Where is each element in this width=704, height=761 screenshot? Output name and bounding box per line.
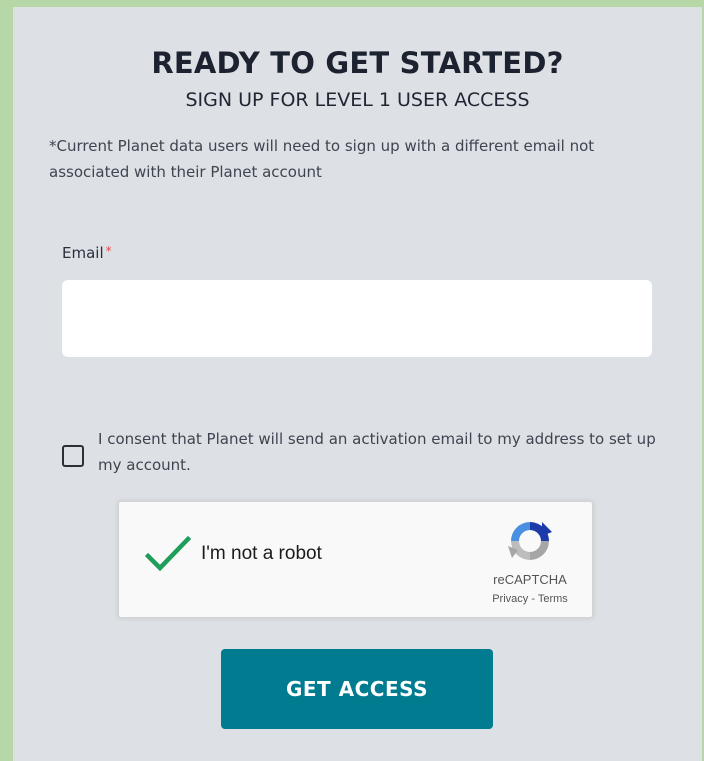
email-field[interactable] — [62, 280, 652, 357]
recaptcha-privacy-link[interactable]: Privacy — [492, 593, 528, 605]
email-label-text: Email — [62, 244, 104, 262]
required-marker: * — [105, 244, 112, 258]
consent-label: I consent that Planet will send an activ… — [98, 430, 656, 474]
recaptcha-logo-icon — [508, 522, 552, 560]
consent-checkbox[interactable] — [62, 445, 84, 467]
checkmark-icon[interactable] — [145, 534, 191, 574]
recaptcha-terms-link[interactable]: Terms — [538, 593, 568, 605]
email-label: Email * — [62, 239, 112, 265]
signup-note: *Current Planet data users will need to … — [49, 137, 595, 181]
page-title: READY TO GET STARTED? — [151, 46, 564, 80]
recaptcha-brand: reCAPTCHA — [493, 572, 567, 587]
recaptcha-label: I'm not a robot — [201, 543, 322, 564]
get-access-button[interactable]: GET ACCESS — [221, 649, 493, 729]
signup-panel: READY TO GET STARTED? SIGN UP FOR LEVEL … — [13, 7, 702, 761]
recaptcha-link-separator: - — [528, 593, 538, 605]
page-subtitle: SIGN UP FOR LEVEL 1 USER ACCESS — [185, 89, 530, 111]
recaptcha-links: Privacy - Terms — [459, 592, 601, 606]
recaptcha-widget: I'm not a robot reCAPTCHA Privacy - Term… — [118, 501, 593, 618]
